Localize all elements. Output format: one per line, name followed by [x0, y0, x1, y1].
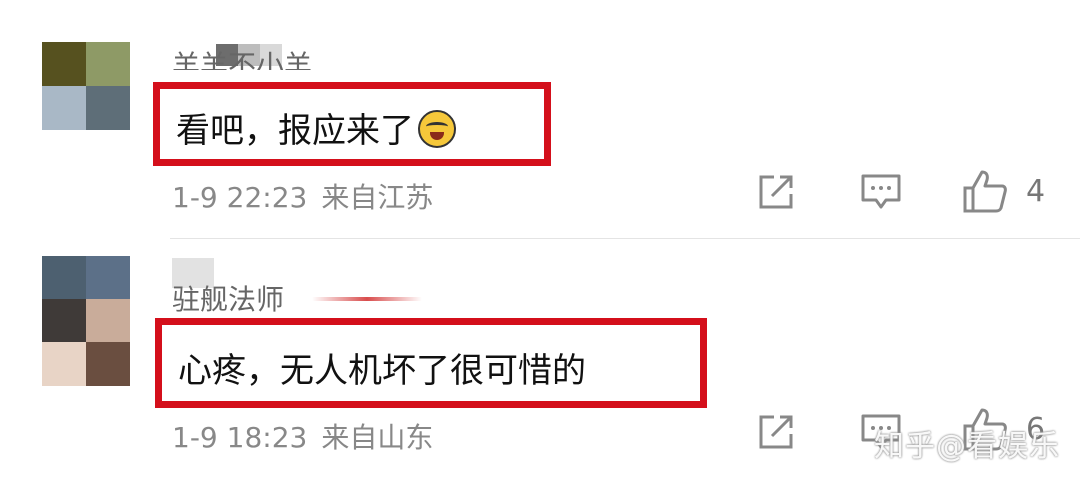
comment-date: 1-9 18:23 — [172, 421, 308, 454]
red-underline — [312, 297, 422, 301]
divider — [170, 238, 1080, 239]
comment-location: 来自山东 — [321, 421, 434, 454]
comment-text: 心疼，无人机坏了很可惜的 — [178, 351, 586, 391]
comment-icon[interactable] — [860, 172, 902, 212]
username[interactable]: 羊羊不小羊 — [172, 36, 312, 70]
highlight-box: 心疼，无人机坏了很可惜的 — [155, 318, 707, 408]
comment-text-content: 看吧，报应来了 — [176, 111, 414, 151]
highlight-box: 看吧，报应来了 — [153, 82, 551, 166]
comment-meta: 1-9 18:23 来自山东 — [172, 416, 433, 456]
username[interactable]: 驻舰法师 — [172, 278, 284, 318]
comment-meta: 1-9 22:23 来自江苏 — [172, 176, 433, 216]
comment-text: 看吧，报应来了 — [176, 103, 456, 152]
laughing-crying-emoji-icon — [418, 110, 456, 148]
watermark: 知乎@看娱乐 — [874, 429, 1060, 464]
comment-date: 1-9 22:23 — [172, 181, 308, 214]
share-icon[interactable] — [756, 412, 796, 452]
avatar[interactable] — [42, 42, 130, 130]
like-count: 4 — [1026, 174, 1046, 209]
comment-location: 来自江苏 — [321, 181, 434, 214]
share-icon[interactable] — [756, 172, 796, 212]
comment-item: 羊羊不小羊 看吧，报应来了 1-9 22:23 来自江苏 4 — [0, 0, 1080, 240]
avatar[interactable] — [42, 256, 130, 386]
like-icon[interactable] — [962, 168, 1008, 214]
